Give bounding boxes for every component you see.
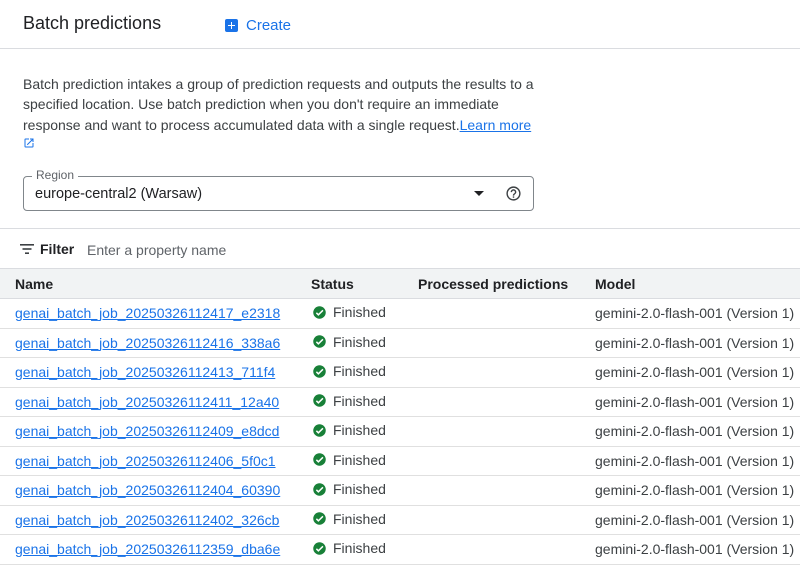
page-header: Batch predictions Create	[0, 0, 800, 49]
check-circle-icon	[313, 364, 326, 378]
model-cell: gemini-2.0-flash-001 (Version 1)	[595, 482, 795, 498]
table-row: genai_batch_job_20250326112359_dba6e Fini…	[0, 535, 800, 565]
status-cell: Finished	[312, 481, 386, 497]
model-cell: gemini-2.0-flash-001 (Version 1)	[595, 541, 795, 557]
status-text: Finished	[333, 333, 386, 350]
table-row: genai_batch_job_20250326112404_60390 Fini…	[0, 476, 800, 506]
model-cell: gemini-2.0-flash-001 (Version 1)	[595, 334, 795, 351]
model-cell: gemini-2.0-flash-001 (Version 1)	[595, 452, 795, 469]
table-row: genai_batch_job_20250326112409_e8dcd Fini…	[0, 417, 800, 447]
status-cell: Finished	[312, 511, 386, 527]
batch-job-name-link[interactable]: genai_batch_job_20250326112413_711f4	[15, 364, 275, 380]
status-text: Finished	[333, 481, 386, 497]
status-cell: Finished	[312, 334, 386, 350]
batch-job-name-link[interactable]: genai_batch_job_20250326112411_12a40	[15, 394, 279, 410]
check-circle-icon	[313, 453, 326, 466]
create-button[interactable]: Create	[225, 14, 291, 36]
batch-job-name-link[interactable]: genai_batch_job_20250326112409_e8dcd	[15, 423, 279, 439]
table-row: genai_batch_job_20250326112402_326cb Fini…	[0, 506, 800, 535]
filter-label: Filter	[40, 241, 75, 257]
status-cell: Finished	[312, 393, 386, 409]
column-header-name[interactable]: Name	[15, 276, 53, 292]
table-row: genai_batch_job_20250326112406_5f0c1 Fini…	[0, 447, 800, 476]
batch-job-name-link[interactable]: genai_batch_job_20250326112406_5f0c1	[15, 453, 276, 469]
check-circle-icon	[313, 305, 326, 319]
filter-bar: Filter	[0, 228, 800, 269]
column-header-status[interactable]: Status	[311, 276, 354, 292]
region-label: Region	[32, 168, 79, 182]
table-row: genai_batch_job_20250326112413_711f4 Fini…	[0, 358, 800, 388]
check-circle-icon	[313, 423, 326, 437]
learn-more-link[interactable]: Learn more	[460, 117, 532, 133]
model-cell: gemini-2.0-flash-001 (Version 1)	[595, 423, 795, 439]
batch-job-name-link[interactable]: genai_batch_job_20250326112417_e2318	[15, 305, 280, 321]
status-cell: Finished	[312, 452, 386, 468]
status-cell: Finished	[312, 363, 386, 379]
status-text: Finished	[333, 540, 386, 556]
status-text: Finished	[333, 510, 386, 527]
check-circle-icon	[313, 512, 326, 525]
table-row: genai_batch_job_20250326112411_12a40 Fini…	[0, 388, 800, 417]
check-circle-icon	[313, 541, 326, 555]
model-cell: gemini-2.0-flash-001 (Version 1)	[595, 305, 795, 321]
region-value: europe-central2 (Warsaw)	[35, 186, 203, 202]
arrow-drop-down-icon[interactable]	[474, 191, 484, 196]
table-row: genai_batch_job_20250326112416_338a6 Fini…	[0, 329, 800, 358]
table-header: Name Status Processed predictions Model	[0, 269, 800, 299]
status-cell: Finished	[312, 422, 386, 438]
batch-job-name-link[interactable]: genai_batch_job_20250326112359_dba6e	[15, 541, 280, 557]
status-text: Finished	[333, 392, 386, 409]
batch-job-name-link[interactable]: genai_batch_job_20250326112404_60390	[15, 482, 280, 498]
add-box-icon	[225, 18, 238, 32]
check-circle-icon	[313, 335, 326, 348]
region-select[interactable]: Region europe-central2 (Warsaw)	[23, 168, 534, 211]
page-title: Batch predictions	[23, 13, 162, 33]
filter-input[interactable]	[85, 238, 389, 262]
page-description: Batch prediction intakes a group of pred…	[23, 74, 543, 135]
column-header-model[interactable]: Model	[595, 276, 635, 292]
column-header-processed-predictions[interactable]: Processed predictions	[418, 276, 568, 292]
check-circle-icon	[313, 394, 326, 407]
description-text: Batch prediction intakes a group of pred…	[23, 76, 534, 133]
check-circle-icon	[313, 482, 326, 496]
batch-job-name-link[interactable]: genai_batch_job_20250326112402_326cb	[15, 512, 279, 528]
status-text: Finished	[333, 363, 386, 379]
status-text: Finished	[333, 422, 386, 438]
open-in-new-icon[interactable]	[23, 137, 35, 149]
status-cell: Finished	[312, 540, 386, 556]
model-cell: gemini-2.0-flash-001 (Version 1)	[595, 364, 795, 380]
table-row: genai_batch_job_20250326112417_e2318 Fini…	[0, 299, 800, 329]
batch-job-name-link[interactable]: genai_batch_job_20250326112416_338a6	[15, 335, 280, 351]
filter-list-icon[interactable]	[20, 243, 34, 255]
model-cell: gemini-2.0-flash-001 (Version 1)	[595, 393, 795, 410]
model-cell: gemini-2.0-flash-001 (Version 1)	[595, 511, 795, 528]
create-button-label: Create	[246, 16, 292, 34]
status-text: Finished	[333, 304, 386, 320]
status-text: Finished	[333, 451, 386, 468]
help-icon[interactable]	[505, 185, 522, 202]
status-cell: Finished	[312, 304, 386, 320]
